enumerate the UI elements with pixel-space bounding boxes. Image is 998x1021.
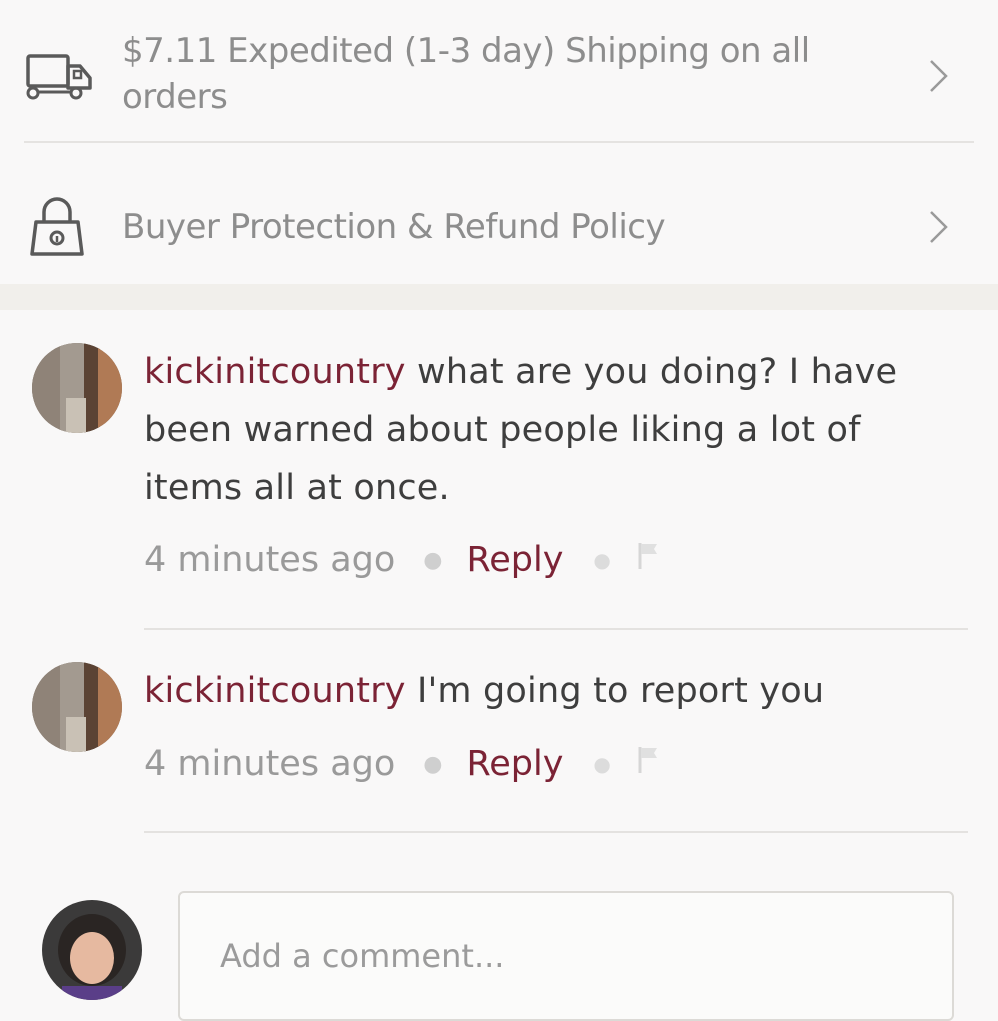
chevron-right-icon (928, 58, 950, 98)
comment-meta: 4 minutes ago ● Reply ● (144, 739, 659, 789)
shipping-text: $7.11 Expedited (1-3 day) Shipping on al… (122, 31, 810, 117)
flag-icon[interactable] (637, 744, 659, 784)
divider (24, 141, 974, 143)
separator-dot: ● (423, 547, 443, 573)
comment-input-box[interactable] (178, 891, 954, 1021)
reply-button[interactable]: Reply (466, 744, 563, 784)
comment-divider (144, 628, 968, 630)
reply-button[interactable]: Reply (466, 540, 563, 580)
user-avatar (42, 900, 142, 1000)
comment-timestamp: 4 minutes ago (144, 744, 396, 784)
comment-input[interactable] (218, 933, 902, 979)
chevron-right-icon (928, 209, 950, 249)
flag-icon[interactable] (637, 540, 659, 580)
comment-username[interactable]: kickinitcountry (144, 671, 406, 711)
truck-icon (24, 48, 96, 110)
section-separator (0, 284, 998, 310)
comment-body: I'm going to report you (417, 671, 825, 711)
avatar[interactable] (32, 662, 122, 752)
buyer-protection-text: Buyer Protection & Refund Policy (122, 207, 666, 247)
separator-dot: ● (593, 752, 611, 776)
comment-timestamp: 4 minutes ago (144, 540, 396, 580)
comment-divider (144, 831, 968, 833)
avatar[interactable] (32, 343, 122, 433)
separator-dot: ● (423, 751, 443, 777)
shipping-info-row[interactable]: $7.11 Expedited (1-3 day) Shipping on al… (0, 28, 998, 124)
comment-meta: 4 minutes ago ● Reply ● (144, 535, 659, 585)
comment-text-block: kickinitcountry what are you doing? I ha… (144, 343, 954, 517)
lock-icon (24, 196, 90, 264)
separator-dot: ● (593, 548, 611, 572)
comment-username[interactable]: kickinitcountry (144, 352, 406, 392)
comment-text-block: kickinitcountry I'm going to report you (144, 662, 954, 720)
buyer-protection-row[interactable]: Buyer Protection & Refund Policy (0, 196, 998, 260)
